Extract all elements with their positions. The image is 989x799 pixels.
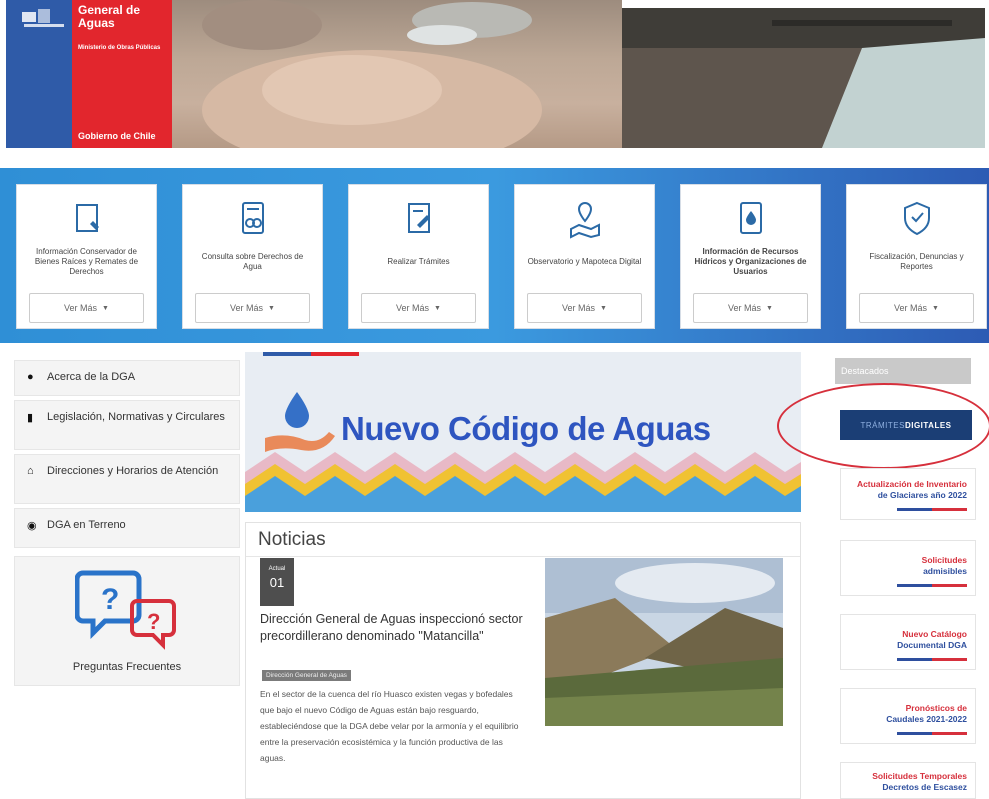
highlight-circle (777, 383, 989, 469)
faq-speech-bubbles-icon: ? ? (75, 570, 176, 650)
caret-down-icon: ▼ (434, 304, 441, 312)
faq-label: Preguntas Frecuentes (72, 661, 182, 673)
globe-icon: ◉ (27, 520, 37, 532)
ver-mas-button[interactable]: Ver Más ▼ (527, 293, 642, 323)
ministry-name: Ministerio de Obras Públicas (78, 45, 161, 51)
date-day: 01 (269, 575, 285, 590)
banner-title: Nuevo Código de Aguas (341, 410, 711, 447)
news-section: Noticias Actual 01 Dirección General de … (245, 522, 801, 799)
link-inventario-glaciares[interactable]: Actualización de Inventario de Glaciares… (840, 468, 976, 520)
sidebar-item-acerca[interactable]: ● Acerca de la DGA (14, 360, 240, 396)
info-circle-icon: ● (27, 371, 34, 383)
ver-mas-label: Ver Más (894, 303, 928, 313)
codigo-aguas-banner[interactable]: Nuevo Código de Aguas (245, 352, 801, 512)
services-band: Información Conservador de Bienes Raíces… (0, 168, 989, 343)
destacados-heading: Destacados (835, 358, 971, 384)
service-title: Realizar Trámites (387, 257, 450, 266)
ver-mas-button[interactable]: Ver Más ▼ (195, 293, 310, 323)
form-pen-icon (407, 203, 430, 233)
service-card-recursos[interactable]: Información de Recursos Hídricos y Organ… (680, 184, 821, 329)
ver-mas-button[interactable]: Ver Más ▼ (361, 293, 476, 323)
link-underline (897, 584, 967, 587)
sidebar-item-direcciones[interactable]: ⌂ Direcciones y Horarios de Atención (14, 454, 240, 504)
sidebar-item-label: Direcciones y Horarios de Atención (47, 465, 219, 477)
service-title: Consulta sobre Derechos de Agua (201, 252, 304, 271)
site-header: General de Aguas Ministerio de Obras Púb… (0, 0, 989, 148)
service-card-conservador[interactable]: Información Conservador de Bienes Raíces… (16, 184, 157, 329)
map-pin-icon (569, 201, 600, 239)
shield-hand-icon (903, 201, 930, 236)
sidebar-item-label: Legislación, Normativas y Circulares (47, 411, 225, 423)
news-date-badge: Actual 01 (260, 558, 294, 606)
home-icon: ⌂ (27, 465, 34, 477)
news-body: En el sector de la cuenca del río Huasco… (260, 689, 519, 763)
ver-mas-label: Ver Más (396, 303, 430, 313)
sidebar-item-label: DGA en Terreno (47, 519, 126, 531)
river-photo (622, 8, 985, 148)
news-heading: Noticias (258, 529, 326, 550)
search-document-icon (241, 202, 264, 234)
ver-mas-label: Ver Más (64, 303, 98, 313)
link-line2: Decretos de Escasez (882, 782, 967, 792)
service-card-tramites[interactable]: Realizar Trámites Ver Más ▼ (348, 184, 489, 329)
ver-mas-label: Ver Más (230, 303, 264, 313)
link-line2: Documental DGA (897, 640, 967, 650)
service-title: Información Conservador de Bienes Raíces… (34, 247, 139, 276)
service-title: Fiscalización, Denuncias y Reportes (869, 252, 964, 271)
link-line1: Nuevo Catálogo (902, 629, 967, 639)
news-photo[interactable] (545, 558, 783, 726)
link-line1: Pronósticos de (905, 703, 967, 713)
news-title-link[interactable]: Dirección General de Aguas inspeccionó s… (260, 611, 530, 645)
ver-mas-button[interactable]: Ver Más ▼ (29, 293, 144, 323)
faq-box[interactable]: ? ? Preguntas Frecuentes (14, 556, 240, 686)
river-illustration (622, 8, 985, 148)
sidebar-item-label: Acerca de la DGA (47, 371, 136, 383)
hands-water-illustration (202, 0, 542, 148)
link-line2: Caudales 2021-2022 (886, 714, 967, 724)
hands-water-photo (172, 0, 622, 148)
caret-down-icon: ▼ (268, 304, 275, 312)
book-icon: ▮ (27, 412, 34, 424)
svg-text:?: ? (147, 609, 160, 634)
water-document-icon (739, 202, 762, 234)
service-card-derechos[interactable]: Consulta sobre Derechos de Agua Ver Más ▼ (182, 184, 323, 329)
link-line1: Solicitudes Temporales (872, 771, 967, 781)
sidebar-item-legislacion[interactable]: ▮ Legislación, Normativas y Circulares (14, 400, 240, 450)
ver-mas-label: Ver Más (562, 303, 596, 313)
caret-down-icon: ▼ (766, 304, 773, 312)
caret-down-icon: ▼ (102, 304, 109, 312)
link-underline (897, 658, 967, 661)
link-decretos-escasez[interactable]: Solicitudes Temporales Decretos de Escas… (840, 762, 976, 799)
service-card-observatorio[interactable]: Observatorio y Mapoteca Digital Ver Más ▼ (514, 184, 655, 329)
ver-mas-button[interactable]: Ver Más ▼ (859, 293, 974, 323)
service-card-fiscalizacion[interactable]: Fiscalización, Denuncias y Reportes Ver … (846, 184, 987, 329)
gov-blue-block (6, 0, 72, 148)
caret-down-icon: ▼ (932, 304, 939, 312)
link-underline (897, 508, 967, 511)
document-pen-icon (75, 204, 99, 232)
link-pronosticos-caudales[interactable]: Pronósticos de Caudales 2021-2022 (840, 688, 976, 744)
government-name: Gobierno de Chile (78, 131, 156, 141)
sidebar-item-terreno[interactable]: ◉ DGA en Terreno (14, 508, 240, 548)
link-line2: de Glaciares año 2022 (877, 490, 967, 500)
link-underline (897, 732, 967, 735)
link-solicitudes-admisibles[interactable]: Solicitudes admisibles (840, 540, 976, 596)
link-line1: Actualización de Inventario (856, 479, 967, 489)
date-month: Actual (268, 566, 286, 572)
valley-photo-illustration (545, 558, 783, 726)
ver-mas-label: Ver Más (728, 303, 762, 313)
link-line2: admisibles (923, 566, 967, 576)
svg-text:?: ? (101, 583, 119, 616)
link-line1: Solicitudes (921, 555, 967, 565)
service-title: Observatorio y Mapoteca Digital (527, 257, 642, 266)
caret-down-icon: ▼ (600, 304, 607, 312)
government-logo-icon[interactable] (20, 6, 70, 32)
news-category-tag[interactable]: Dirección General de Aguas (262, 670, 351, 681)
institution-name[interactable]: General de Aguas (78, 4, 168, 30)
ver-mas-button[interactable]: Ver Más ▼ (693, 293, 808, 323)
news-divider (246, 556, 800, 557)
link-catalogo-documental[interactable]: Nuevo Catálogo Documental DGA (840, 614, 976, 670)
service-title: Información de Recursos Hídricos y Organ… (694, 247, 807, 276)
